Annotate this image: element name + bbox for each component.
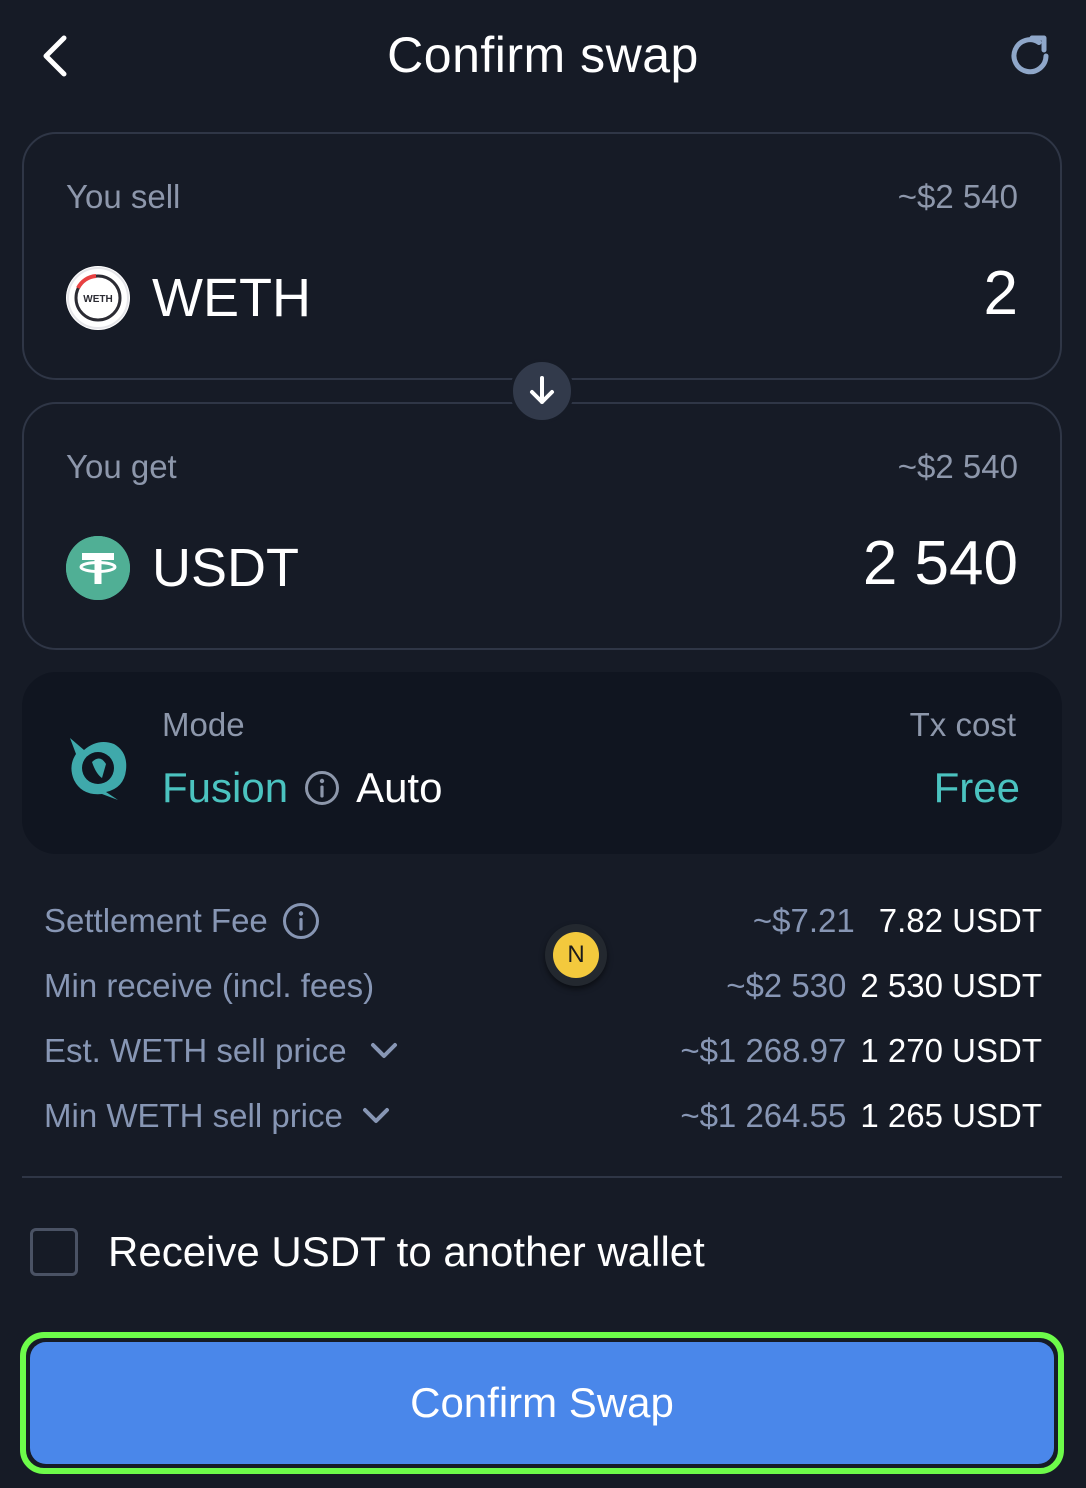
tx-cost-value: Free bbox=[933, 764, 1020, 811]
mode-name: Fusion bbox=[162, 764, 289, 811]
floating-badge[interactable]: N bbox=[545, 924, 607, 986]
settlement-fee-value: 7.82 USDT bbox=[878, 901, 1042, 939]
get-token-symbol: USDT bbox=[152, 538, 299, 598]
info-icon[interactable] bbox=[282, 902, 320, 940]
switch-direction-button[interactable] bbox=[510, 359, 574, 423]
usdt-icon bbox=[66, 536, 130, 600]
mode-value: Fusion Auto bbox=[162, 764, 442, 812]
sell-usd-value: ~$2 540 bbox=[897, 178, 1018, 215]
min-sell-price-usd: ~$1 264.55 bbox=[680, 1096, 847, 1134]
receive-another-wallet-toggle[interactable]: Receive USDT to another wallet bbox=[30, 1228, 705, 1276]
get-label: You get bbox=[66, 448, 177, 485]
swap-details: Settlement Fee ~$7.21 7.82 USDT Min rece… bbox=[44, 888, 1042, 1148]
tx-cost-label: Tx cost bbox=[909, 706, 1016, 743]
min-receive-usd: ~$2 530 bbox=[726, 966, 847, 1004]
chevron-down-icon[interactable] bbox=[365, 1032, 403, 1070]
min-receive-row: Min receive (incl. fees) ~$2 530 2 530 U… bbox=[44, 953, 1042, 1018]
settlement-fee-usd: ~$7.21 bbox=[752, 901, 855, 939]
fusion-unicorn-icon bbox=[70, 738, 127, 800]
get-card: You get ~$2 540 USDT 2 540 bbox=[22, 402, 1062, 650]
get-usd-value: ~$2 540 bbox=[897, 448, 1018, 485]
get-token: USDT bbox=[66, 536, 299, 600]
min-receive-label: Min receive (incl. fees) bbox=[44, 966, 375, 1004]
mode-setting: Auto bbox=[356, 764, 443, 811]
refresh-button[interactable] bbox=[1002, 28, 1058, 84]
min-sell-price-value: 1 265 USDT bbox=[860, 1096, 1042, 1134]
divider bbox=[22, 1176, 1062, 1178]
get-amount: 2 540 bbox=[862, 529, 1018, 598]
confirm-swap-button[interactable]: Confirm Swap bbox=[30, 1342, 1054, 1464]
mode-card: Mode Fusion Auto Tx cost Free bbox=[22, 672, 1062, 854]
badge-letter: N bbox=[553, 932, 599, 978]
est-sell-price-label: Est. WETH sell price bbox=[44, 1031, 347, 1069]
settlement-fee-row: Settlement Fee ~$7.21 7.82 USDT bbox=[44, 888, 1042, 953]
sell-token: WETH WETH bbox=[66, 266, 311, 330]
est-sell-price-value: 1 270 USDT bbox=[860, 1031, 1042, 1069]
sell-amount: 2 bbox=[983, 259, 1018, 328]
weth-icon: WETH bbox=[66, 266, 130, 330]
settlement-fee-label: Settlement Fee bbox=[44, 901, 268, 939]
min-receive-value: 2 530 USDT bbox=[860, 966, 1042, 1004]
header: Confirm swap bbox=[0, 0, 1086, 118]
min-sell-price-label: Min WETH sell price bbox=[44, 1096, 343, 1134]
receive-another-wallet-checkbox[interactable] bbox=[30, 1228, 78, 1276]
min-sell-price-row[interactable]: Min WETH sell price ~$1 264.55 1 265 USD… bbox=[44, 1083, 1042, 1148]
est-sell-price-usd: ~$1 268.97 bbox=[680, 1031, 847, 1069]
page-title: Confirm swap bbox=[387, 27, 699, 83]
sell-card: You sell ~$2 540 WETH WETH 2 bbox=[22, 132, 1062, 380]
receive-another-wallet-label: Receive USDT to another wallet bbox=[108, 1228, 705, 1275]
info-icon[interactable] bbox=[304, 770, 340, 806]
mode-label: Mode bbox=[162, 706, 245, 743]
est-sell-price-row[interactable]: Est. WETH sell price ~$1 268.97 1 270 US… bbox=[44, 1018, 1042, 1083]
arrow-down-icon bbox=[530, 376, 554, 404]
chevron-down-icon[interactable] bbox=[357, 1097, 395, 1135]
refresh-icon bbox=[1011, 35, 1049, 75]
sell-label: You sell bbox=[66, 178, 181, 215]
sell-token-symbol: WETH bbox=[152, 268, 311, 328]
svg-text:WETH: WETH bbox=[83, 294, 112, 305]
